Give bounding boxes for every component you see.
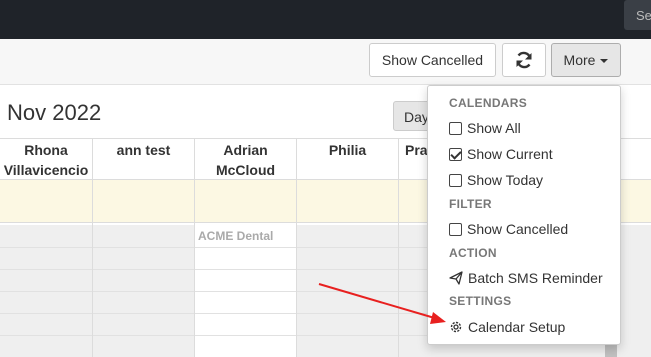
event-label[interactable]: ACME Dental	[198, 229, 273, 243]
resource-name: Adrian	[223, 142, 268, 158]
checkbox-icon	[449, 222, 462, 236]
menu-item-label: Batch SMS Reminder	[468, 270, 603, 286]
resource-name: ann test	[116, 142, 171, 158]
checkbox-icon	[449, 173, 462, 187]
menu-item-show-current[interactable]: Show Current	[449, 146, 553, 162]
resource-header: Rhona Villavicencio	[0, 140, 92, 180]
refresh-icon	[516, 51, 532, 69]
show-cancelled-button[interactable]: Show Cancelled	[369, 43, 496, 77]
resource-header: Adrian McCloud	[195, 140, 296, 180]
column-divider	[296, 138, 297, 357]
calendar-title: Nov 2022	[7, 100, 102, 125]
menu-item-batch-sms[interactable]: Batch SMS Reminder	[449, 270, 603, 286]
caret-down-icon	[600, 59, 609, 63]
column-divider	[92, 138, 93, 357]
more-dropdown-menu: CALENDARS Show All Show Current Show Tod…	[427, 85, 621, 345]
top-navbar: Se	[0, 0, 651, 39]
more-label: More	[563, 52, 596, 68]
menu-item-calendar-setup[interactable]: Calendar Setup	[449, 319, 565, 335]
checkbox-icon	[449, 121, 462, 135]
menu-item-show-all[interactable]: Show All	[449, 120, 521, 136]
resource-name: McCloud	[215, 162, 276, 178]
settings-section-header: SETTINGS	[449, 294, 512, 308]
resource-name: Philia	[328, 142, 367, 158]
menu-item-label: Show Current	[467, 146, 553, 162]
resource-header: Philia	[297, 140, 398, 160]
filter-section-header: FILTER	[449, 197, 492, 211]
resource-name: Villavicencio	[3, 162, 89, 178]
menu-item-label: Show Today	[467, 172, 544, 188]
resource-name: Rhona	[24, 142, 68, 158]
gear-icon	[450, 321, 462, 333]
calendars-section-header: CALENDARS	[449, 96, 528, 110]
action-section-header: ACTION	[449, 246, 497, 260]
menu-item-show-today[interactable]: Show Today	[449, 172, 543, 188]
refresh-button[interactable]	[502, 43, 546, 77]
paper-plane-icon	[449, 271, 463, 285]
menu-item-label: Show All	[467, 120, 521, 136]
search-input[interactable]: Se	[624, 0, 651, 30]
menu-item-label: Calendar Setup	[468, 319, 566, 335]
column-divider	[398, 138, 399, 357]
resource-header: ann test	[93, 140, 194, 160]
more-dropdown-button[interactable]: More	[551, 43, 621, 77]
menu-item-label: Show Cancelled	[467, 221, 569, 237]
checkbox-checked-icon	[449, 147, 462, 161]
menu-item-show-cancelled[interactable]: Show Cancelled	[449, 221, 568, 237]
